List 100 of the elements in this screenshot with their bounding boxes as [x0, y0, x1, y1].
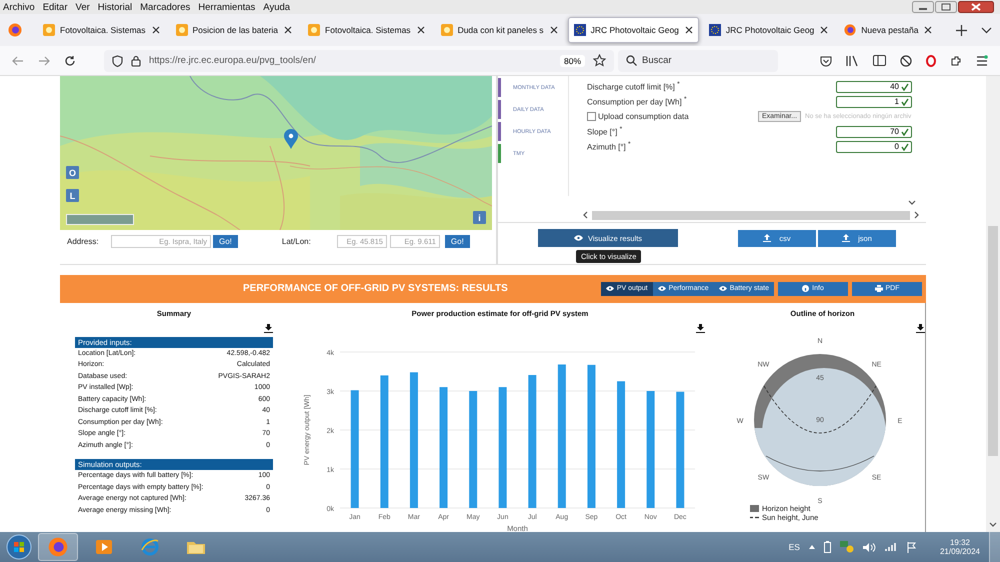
download-icon[interactable]: [916, 324, 925, 333]
back-icon[interactable]: [12, 56, 24, 66]
browser-tab[interactable]: Duda con kit paneles s: [434, 17, 564, 43]
menu-item[interactable]: Ayuda: [263, 2, 290, 12]
forward-icon[interactable]: [38, 56, 50, 66]
value-field[interactable]: 40: [836, 80, 912, 92]
browser-tab[interactable]: Fotovoltaica. Sistemas: [302, 17, 431, 43]
scroll-down-icon[interactable]: [989, 522, 997, 528]
firefox-icon[interactable]: [8, 23, 22, 37]
minimize-icon[interactable]: [912, 1, 934, 13]
address-label: Address:: [67, 236, 100, 246]
language-indicator[interactable]: ES: [788, 542, 800, 552]
close-icon[interactable]: [550, 26, 558, 34]
chevron-down-icon[interactable]: [981, 26, 992, 34]
sun-favicon-icon: [308, 24, 320, 36]
firefox-icon: [48, 537, 68, 557]
map-pin-icon: [284, 129, 298, 149]
checkbox[interactable]: [587, 112, 596, 121]
extensions-icon[interactable]: [950, 54, 962, 66]
map-info-button[interactable]: i: [473, 211, 486, 224]
eu-flag-icon: [708, 24, 721, 36]
search-icon: [626, 54, 637, 66]
browser-tab[interactable]: Nueva pestaña: [838, 17, 938, 43]
eu-flag-icon: [574, 24, 586, 36]
close-icon[interactable]: [416, 26, 425, 34]
lat-lon-label: Lat/Lon:: [282, 236, 312, 246]
map-layer-button[interactable]: O: [66, 166, 79, 179]
sun-favicon-icon: [440, 24, 453, 36]
taskbar-app[interactable]: [38, 533, 78, 561]
signal-bars-icon[interactable]: [884, 542, 898, 552]
volume-icon[interactable]: [862, 542, 876, 552]
close-icon[interactable]: [924, 26, 932, 34]
map-scale-bar: [66, 214, 134, 225]
download-icon[interactable]: [264, 324, 273, 333]
media-player-icon: [94, 537, 114, 557]
browser-tab[interactable]: Fotovoltaica. Sistemas: [37, 17, 166, 43]
library-icon[interactable]: [846, 54, 859, 66]
results-title: PERFORMANCE OF OFF-GRID PV SYSTEMS: RESULTS: [243, 283, 508, 294]
new-tab-icon[interactable]: [956, 24, 968, 36]
go-button[interactable]: Go!: [213, 234, 238, 248]
sidebar-icon[interactable]: [873, 55, 886, 66]
pocket-icon[interactable]: [820, 54, 832, 66]
legend-swatch: [750, 504, 759, 512]
menu-item[interactable]: Ver: [76, 2, 90, 12]
sun-favicon-icon: [176, 24, 188, 36]
download-icon[interactable]: [696, 324, 705, 333]
go-button[interactable]: Go!: [444, 234, 470, 248]
horizontal-scrollbar[interactable]: [582, 210, 920, 220]
printer-icon: [874, 285, 882, 292]
value-field[interactable]: 0: [836, 140, 912, 152]
scroll-right-icon[interactable]: [914, 211, 920, 219]
menu-item[interactable]: Marcadores: [140, 2, 190, 12]
legend-dashed-line-icon: [750, 516, 759, 519]
value-field[interactable]: 1: [836, 96, 912, 108]
help-icon: [802, 285, 810, 292]
network-icon[interactable]: [840, 541, 854, 553]
menu-item[interactable]: Herramientas: [198, 2, 256, 12]
vertical-scrollbar[interactable]: [986, 76, 1000, 532]
checkbox-label: Upload consumption data: [598, 112, 690, 121]
browser-tab[interactable]: JRC Photovoltaic Geog: [702, 17, 834, 43]
sun-favicon-icon: [43, 24, 55, 36]
scroll-down-icon[interactable]: [908, 200, 916, 206]
scroll-left-icon[interactable]: [582, 211, 588, 219]
close-icon[interactable]: [152, 26, 160, 34]
eye-icon: [718, 286, 727, 292]
menu-item[interactable]: Editar: [42, 2, 68, 12]
close-icon[interactable]: [820, 26, 828, 34]
lock-icon: [131, 54, 141, 66]
menu-item[interactable]: Archivo: [3, 2, 35, 12]
close-icon[interactable]: [684, 26, 693, 34]
opera-icon[interactable]: [926, 54, 936, 66]
close-icon[interactable]: [958, 1, 994, 13]
blocked-icon[interactable]: [900, 54, 912, 66]
start-button-icon[interactable]: [6, 534, 32, 560]
upload-icon: [763, 234, 772, 242]
menu-icon[interactable]: [976, 54, 988, 66]
show-hidden-icons-icon[interactable]: [808, 545, 815, 549]
maximize-icon[interactable]: [935, 1, 957, 13]
shield-icon[interactable]: [112, 54, 123, 66]
menu-item[interactable]: Historial: [98, 2, 132, 12]
browser-tab[interactable]: JRC Photovoltaic Geog: [568, 17, 699, 43]
flag-icon[interactable]: [906, 542, 917, 552]
zoom-level[interactable]: 80%: [560, 54, 585, 66]
address-bar[interactable]: https://re.jrc.ec.europa.eu/pvg_tools/en/ 80%: [104, 50, 614, 72]
close-icon[interactable]: [284, 26, 292, 34]
eye-icon: [658, 286, 666, 292]
field-label: Slope [°] $^{*}$: [587, 126, 624, 137]
firefox-icon: [844, 24, 856, 36]
browser-e-icon: [140, 537, 160, 557]
reload-icon[interactable]: [64, 54, 76, 66]
search-field[interactable]: Buscar: [618, 50, 778, 72]
eye-icon: [606, 286, 614, 292]
bookmark-star-icon[interactable]: [593, 54, 606, 67]
clock[interactable]: 19:32 21/09/2024: [940, 538, 980, 556]
value-field[interactable]: 70: [836, 126, 912, 138]
map-layer-button[interactable]: L: [66, 189, 79, 202]
eye-icon: [574, 235, 583, 241]
field-label: Discharge cutoff limit [%] $^{*}$: [587, 81, 681, 92]
browser-tab[interactable]: Posicion de las bateria: [170, 17, 298, 43]
battery-icon[interactable]: [824, 541, 831, 553]
